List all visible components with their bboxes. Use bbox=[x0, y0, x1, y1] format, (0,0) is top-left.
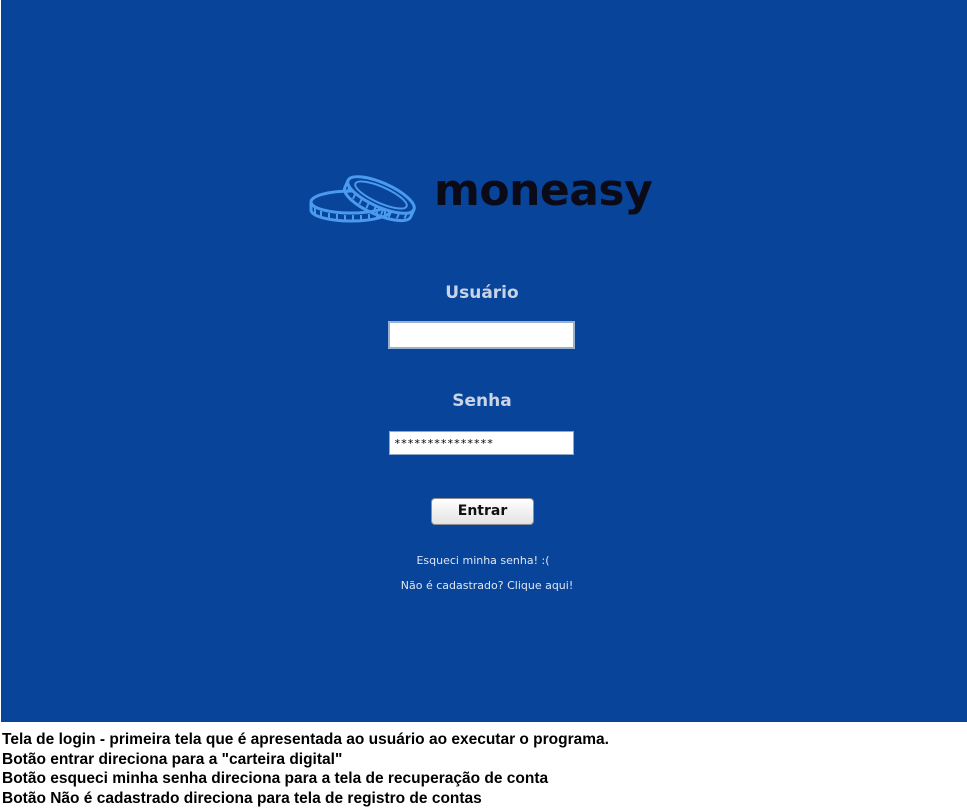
username-input[interactable] bbox=[388, 321, 575, 349]
brand-name: moneasy bbox=[434, 165, 653, 216]
forgot-password-link[interactable]: Esqueci minha senha! :( bbox=[333, 554, 633, 567]
caption-line: Tela de login - primeira tela que é apre… bbox=[2, 731, 609, 748]
enter-button[interactable]: Entrar bbox=[431, 498, 534, 525]
register-link[interactable]: Não é cadastrado? Clique aqui! bbox=[337, 579, 637, 592]
caption-line: Botão esqueci minha senha direciona para… bbox=[2, 770, 549, 787]
caption-line: Botão entrar direciona para a "carteira … bbox=[2, 750, 343, 768]
login-screen: moneasy Usuário Senha Entrar Esqueci min… bbox=[1, 0, 967, 722]
brand-logo: moneasy bbox=[309, 165, 653, 229]
username-label: Usuário bbox=[445, 283, 519, 303]
password-input[interactable] bbox=[389, 431, 574, 455]
password-label: Senha bbox=[452, 391, 512, 411]
caption-line: Botão Não é cadastrado direciona para te… bbox=[2, 789, 482, 807]
screen-description: Tela de login - primeira tela que é apre… bbox=[2, 730, 962, 808]
coins-icon bbox=[309, 175, 416, 223]
